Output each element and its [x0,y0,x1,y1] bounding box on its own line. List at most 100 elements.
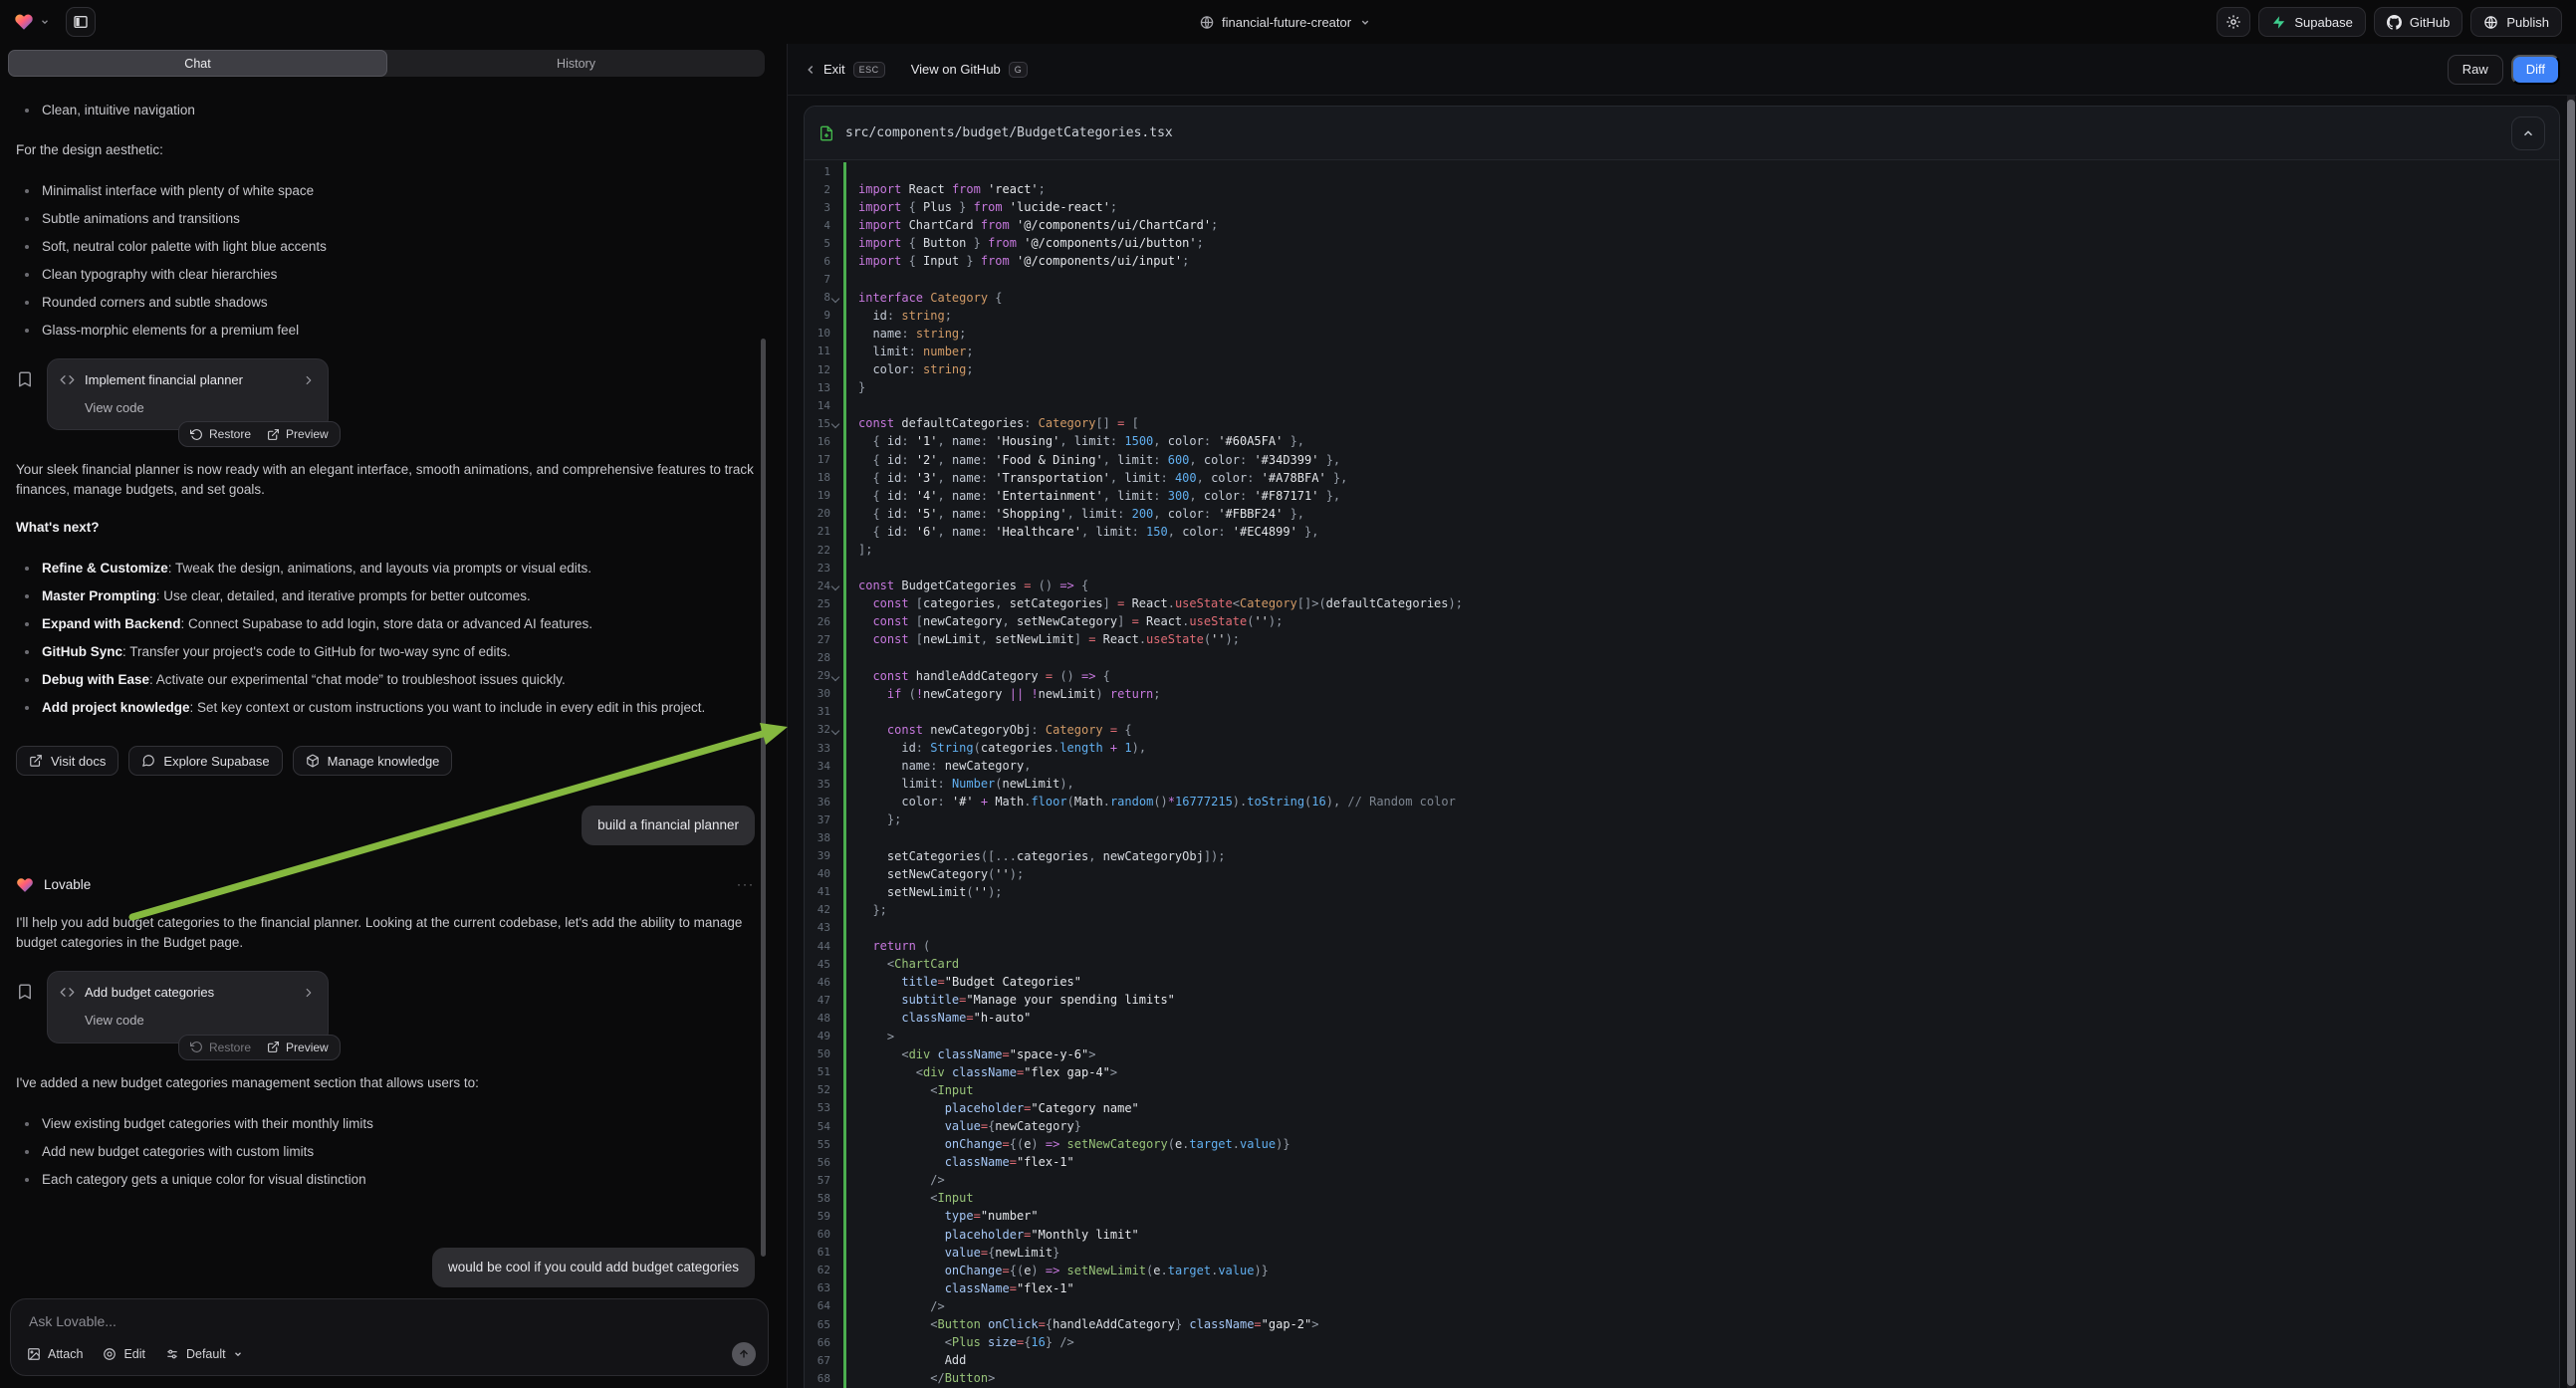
bullet-dot-icon [25,329,29,333]
code-line: 22]; [805,541,2559,559]
code-scrollbar[interactable] [2567,100,2575,1386]
list-item: Clean typography with clear hierarchies [16,262,755,287]
code-line-text: <Input [839,1081,974,1099]
sidebar-toggle-button[interactable] [66,7,96,37]
chip-visit-docs[interactable]: Visit docs [16,746,118,776]
version-actions: Restore Preview [178,421,341,447]
code-line: 23 [805,559,2559,577]
user-message-row: would be cool if you could add budget ca… [16,1248,755,1287]
fold-chevron-icon[interactable] [830,577,839,594]
fold-chevron-icon[interactable] [830,414,839,432]
code-line-text: Add [839,1351,966,1369]
line-number: 32 [805,723,830,736]
tab-chat[interactable]: Chat [8,50,387,77]
supabase-button[interactable]: Supabase [2258,7,2366,37]
list-item-text: Expand with Backend: Connect Supabase to… [42,614,592,633]
chip-label: Manage knowledge [328,754,440,769]
chevron-down-icon[interactable] [40,17,50,27]
tab-history[interactable]: History [387,50,765,77]
settings-button[interactable] [2217,7,2250,37]
version-card[interactable]: Add budget categories View code [47,971,329,1042]
code-line: 55 onChange={(e) => setNewCategory(e.tar… [805,1135,2559,1153]
fold-spacer [830,810,839,828]
fold-spacer [830,1226,839,1244]
code-line-text: setNewLimit(''); [839,883,1003,901]
fold-spacer [830,1028,839,1045]
fold-spacer [830,451,839,469]
chat-heading: What's next? [16,518,755,538]
file-header[interactable]: src/components/budget/BudgetCategories.t… [805,107,2559,160]
view-on-github-link[interactable]: View on GitHub [911,62,1001,77]
code-line-text: }; [839,810,901,828]
chip-manage-knowledge[interactable]: Manage knowledge [293,746,453,776]
code-line-text: </Button> [839,1369,995,1387]
fold-spacer [830,1135,839,1153]
line-number: 11 [805,345,830,357]
restore-button[interactable]: Restore [190,1041,251,1054]
fold-chevron-icon[interactable] [830,289,839,307]
code-line-text: subtitle="Manage your spending limits" [839,991,1175,1009]
fold-spacer [830,865,839,883]
line-number: 40 [805,867,830,880]
restore-button[interactable]: Restore [190,427,251,441]
code-line: 62 onChange={(e) => setNewLimit(e.target… [805,1262,2559,1279]
line-number: 27 [805,633,830,646]
exit-button[interactable]: Exit [823,62,845,77]
arrow-up-icon [738,1348,750,1360]
publish-button[interactable]: Publish [2470,7,2562,37]
chat-composer[interactable]: Ask Lovable... Attach Edit Default [10,1298,769,1376]
preview-button[interactable]: Preview [267,427,329,441]
view-code-link[interactable]: View code [85,398,316,417]
code-line-text: }; [839,901,887,919]
line-number: 31 [805,705,830,718]
code-line: 60 placeholder="Monthly limit" [805,1226,2559,1244]
code-line: 5import { Button } from '@/components/ui… [805,234,2559,252]
list-item: Debug with Ease: Activate our experiment… [16,667,755,692]
lovable-logo-heart-icon[interactable] [14,12,34,32]
bookmark-icon[interactable] [16,370,34,388]
list-item: Master Prompting: Use clear, detailed, a… [16,583,755,608]
preview-button[interactable]: Preview [267,1041,329,1054]
code-line: 53 placeholder="Category name" [805,1099,2559,1117]
project-switcher[interactable]: financial-future-creator [1199,15,1370,30]
code-lines[interactable]: 12import React from 'react';3import { Pl… [805,160,2559,1388]
code-line: 37 }; [805,810,2559,828]
raw-button[interactable]: Raw [2448,55,2503,85]
fold-spacer [830,775,839,793]
list-item-text: Debug with Ease: Activate our experiment… [42,670,566,689]
version-card-title: Add budget categories [85,983,214,1002]
fold-spacer [830,1351,839,1369]
bookmark-icon[interactable] [16,983,34,1001]
bullet-dot-icon [25,678,29,682]
diff-button[interactable]: Diff [2511,55,2560,85]
send-button[interactable] [732,1342,756,1366]
model-selector[interactable]: Default [165,1347,243,1361]
bullet-dot-icon [25,706,29,710]
fold-spacer [830,1117,839,1135]
chat-paragraph: For the design aesthetic: [16,140,755,160]
fold-chevron-icon[interactable] [830,721,839,739]
version-actions: Restore Preview [178,1035,341,1060]
edit-mode-button[interactable]: Edit [103,1347,145,1361]
view-code-link[interactable]: View code [85,1011,316,1030]
assistant-header: Lovable··· [16,875,755,895]
fold-chevron-icon[interactable] [830,667,839,685]
chip-explore-supabase[interactable]: Explore Supabase [128,746,282,776]
chat-scrollbar[interactable] [761,339,766,1257]
attach-button[interactable]: Attach [27,1347,83,1361]
chevron-left-icon[interactable] [804,63,818,77]
version-card[interactable]: Implement financial plannerView code [47,358,329,430]
collapse-file-button[interactable] [2511,116,2545,150]
code-line-text: { id: '6', name: 'Healthcare', limit: 15… [839,523,1318,541]
message-menu-button[interactable]: ··· [737,876,755,894]
line-number: 57 [805,1174,830,1187]
code-line: 1 [805,162,2559,180]
code-line: 34 name: newCategory, [805,757,2559,775]
fold-spacer [830,271,839,289]
line-number: 44 [805,940,830,953]
package-icon [306,754,320,768]
github-button[interactable]: GitHub [2374,7,2462,37]
code-line-text: return ( [839,937,930,955]
bullet-list: Clean, intuitive navigation [16,98,755,122]
supabase-label: Supabase [2294,15,2353,30]
